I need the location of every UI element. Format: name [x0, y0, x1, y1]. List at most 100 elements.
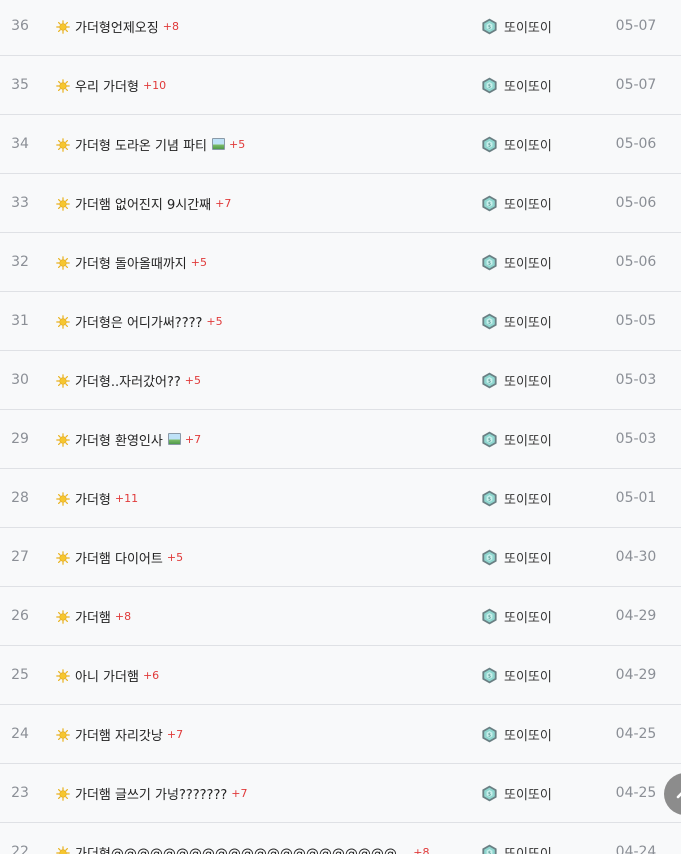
post-title-cell[interactable]: 아니 가더햄 +6 [56, 646, 159, 704]
author-name[interactable]: 또이또이 [504, 725, 552, 744]
author-cell[interactable]: $ 또이또이 [481, 587, 552, 645]
author-cell[interactable]: $ 또이또이 [481, 764, 552, 822]
post-title-link[interactable]: 가더햄 다이어트 [75, 548, 163, 567]
author-cell[interactable]: $ 또이또이 [481, 56, 552, 114]
post-title-link[interactable]: 가더형..자러갔어?? [75, 371, 181, 390]
author-cell[interactable]: $ 또이또이 [481, 292, 552, 350]
post-title-link[interactable]: 가더형 돌아올때까지 [75, 253, 187, 272]
comment-count[interactable]: +5 [185, 374, 201, 387]
comment-count[interactable]: +8 [163, 20, 179, 33]
author-cell[interactable]: $ 또이또이 [481, 823, 552, 854]
author-name[interactable]: 또이또이 [504, 253, 552, 272]
svg-text:$: $ [488, 850, 491, 854]
hexagon-level-badge-icon: $ [481, 726, 498, 743]
author-cell[interactable]: $ 또이또이 [481, 0, 552, 55]
hexagon-level-badge-icon: $ [481, 490, 498, 507]
author-cell[interactable]: $ 또이또이 [481, 233, 552, 291]
post-row[interactable]: 36 가더형언제오징 +8 $ 또이또이 05-07 [0, 0, 681, 56]
post-title-link[interactable]: 가더햄 없어진지 9시간째 [75, 194, 211, 213]
comment-count[interactable]: +7 [231, 787, 247, 800]
author-name[interactable]: 또이또이 [504, 312, 552, 331]
post-date: 05-06 [615, 136, 657, 152]
post-title-link[interactable]: 가더형은 어디가써???? [75, 312, 202, 331]
author-name[interactable]: 또이또이 [504, 371, 552, 390]
comment-count[interactable]: +8 [413, 846, 429, 854]
author-cell[interactable]: $ 또이또이 [481, 115, 552, 173]
post-title-link[interactable]: 가더햄 글쓰기 가넝??????? [75, 784, 227, 803]
post-title-cell[interactable]: 가더형..자러갔어?? +5 [56, 351, 201, 409]
post-title-cell[interactable]: 가더형 돌아올때까지 +5 [56, 233, 207, 291]
comment-count[interactable]: +10 [143, 79, 166, 92]
post-title-cell[interactable]: 가더햄 +8 [56, 587, 131, 645]
author-name[interactable]: 또이또이 [504, 17, 552, 36]
comment-count[interactable]: +11 [115, 492, 138, 505]
comment-count[interactable]: +5 [191, 256, 207, 269]
post-row[interactable]: 35 우리 가더형 +10 $ 또이또이 05-07 [0, 56, 681, 115]
svg-text:$: $ [488, 201, 491, 207]
post-title-link[interactable]: 가더형 환영인사 [75, 430, 163, 449]
post-title-cell[interactable]: 가더형은 어디가써???? +5 [56, 292, 223, 350]
author-name[interactable]: 또이또이 [504, 784, 552, 803]
post-title-cell[interactable]: 가더형 환영인사 +7 [56, 410, 201, 468]
comment-count[interactable]: +5 [229, 138, 245, 151]
comment-count[interactable]: +5 [167, 551, 183, 564]
author-cell[interactable]: $ 또이또이 [481, 646, 552, 704]
post-title-cell[interactable]: 가더형@@@@@@@@@@@@@@@@@@@@@@... +8 [56, 823, 430, 854]
author-name[interactable]: 또이또이 [504, 135, 552, 154]
post-row[interactable]: 25 아니 가더햄 +6 $ 또이또이 04-29 [0, 646, 681, 705]
post-row[interactable]: 33 가더햄 없어진지 9시간째 +7 $ 또이또이 05-06 [0, 174, 681, 233]
post-row[interactable]: 28 가더형 +11 $ 또이또이 05-01 [0, 469, 681, 528]
author-cell[interactable]: $ 또이또이 [481, 410, 552, 468]
comment-count[interactable]: +6 [143, 669, 159, 682]
post-title-link[interactable]: 가더햄 자리갓낭 [75, 725, 163, 744]
author-cell[interactable]: $ 또이또이 [481, 174, 552, 232]
post-row[interactable]: 29 가더형 환영인사 +7 $ 또이또이 05-03 [0, 410, 681, 469]
post-row[interactable]: 32 가더형 돌아올때까지 +5 $ 또이또이 05-06 [0, 233, 681, 292]
author-name[interactable]: 또이또이 [504, 76, 552, 95]
post-title-cell[interactable]: 가더형 +11 [56, 469, 138, 527]
post-row[interactable]: 27 가더햄 다이어트 +5 $ 또이또이 04-30 [0, 528, 681, 587]
post-date: 05-07 [615, 77, 657, 93]
post-row[interactable]: 26 가더햄 +8 $ 또이또이 04-29 [0, 587, 681, 646]
post-title-link[interactable]: 가더형언제오징 [75, 17, 159, 36]
post-title-link[interactable]: 가더형@@@@@@@@@@@@@@@@@@@@@@... [75, 843, 409, 854]
author-cell[interactable]: $ 또이또이 [481, 351, 552, 409]
post-title-link[interactable]: 가더햄 [75, 607, 111, 626]
author-name[interactable]: 또이또이 [504, 607, 552, 626]
post-number: 28 [11, 490, 29, 506]
post-row[interactable]: 23 가더햄 글쓰기 가넝??????? +7 $ 또이또이 04-25 [0, 764, 681, 823]
comment-count[interactable]: +7 [167, 728, 183, 741]
post-row[interactable]: 22 가더형@@@@@@@@@@@@@@@@@@@@@@... +8 $ 또이또이 04-… [0, 823, 681, 854]
post-title-cell[interactable]: 가더햄 없어진지 9시간째 +7 [56, 174, 231, 232]
comment-count[interactable]: +7 [185, 433, 201, 446]
author-name[interactable]: 또이또이 [504, 548, 552, 567]
author-name[interactable]: 또이또이 [504, 489, 552, 508]
post-title-cell[interactable]: 가더햄 글쓰기 가넝??????? +7 [56, 764, 247, 822]
post-title-cell[interactable]: 가더햄 다이어트 +5 [56, 528, 183, 586]
post-title-cell[interactable]: 가더형언제오징 +8 [56, 0, 179, 55]
post-title-link[interactable]: 아니 가더햄 [75, 666, 139, 685]
hexagon-level-badge-icon: $ [481, 608, 498, 625]
author-cell[interactable]: $ 또이또이 [481, 705, 552, 763]
author-name[interactable]: 또이또이 [504, 843, 552, 854]
post-title-cell[interactable]: 가더햄 자리갓낭 +7 [56, 705, 183, 763]
author-cell[interactable]: $ 또이또이 [481, 528, 552, 586]
author-cell[interactable]: $ 또이또이 [481, 469, 552, 527]
svg-text:$: $ [488, 319, 491, 325]
post-row[interactable]: 30 가더형..자러갔어?? +5 $ 또이또이 05-03 [0, 351, 681, 410]
comment-count[interactable]: +8 [115, 610, 131, 623]
post-row[interactable]: 24 가더햄 자리갓낭 +7 $ 또이또이 04-25 [0, 705, 681, 764]
author-name[interactable]: 또이또이 [504, 194, 552, 213]
hexagon-level-badge-icon: $ [481, 136, 498, 153]
comment-count[interactable]: +5 [206, 315, 222, 328]
post-title-link[interactable]: 가더형 도라온 기념 파티 [75, 135, 207, 154]
post-row[interactable]: 31 가더형은 어디가써???? +5 $ 또이또이 05-05 [0, 292, 681, 351]
author-name[interactable]: 또이또이 [504, 666, 552, 685]
author-name[interactable]: 또이또이 [504, 430, 552, 449]
post-title-cell[interactable]: 우리 가더형 +10 [56, 56, 166, 114]
comment-count[interactable]: +7 [215, 197, 231, 210]
post-title-link[interactable]: 우리 가더형 [75, 76, 139, 95]
post-title-cell[interactable]: 가더형 도라온 기념 파티 +5 [56, 115, 245, 173]
post-row[interactable]: 34 가더형 도라온 기념 파티 +5 $ 또이또이 05-06 [0, 115, 681, 174]
post-title-link[interactable]: 가더형 [75, 489, 111, 508]
